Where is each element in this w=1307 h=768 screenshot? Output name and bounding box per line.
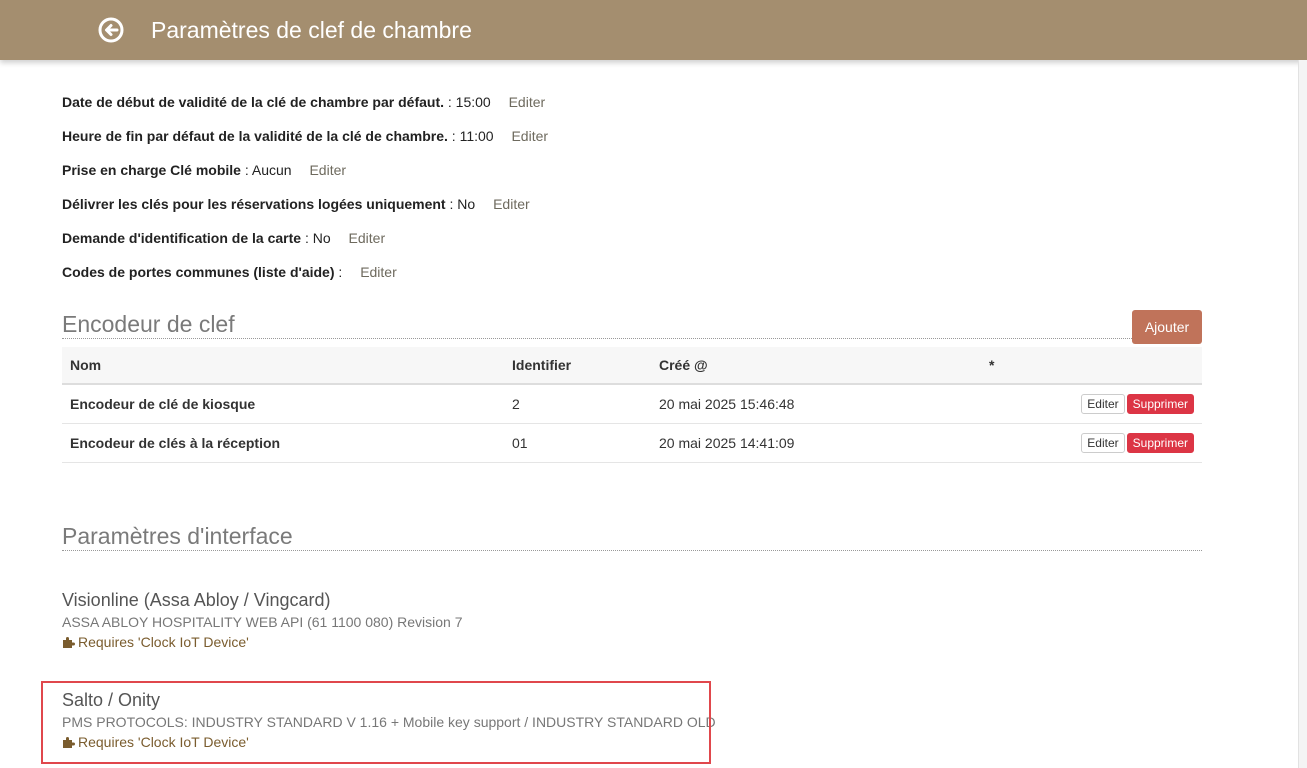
back-arrow-circle-icon[interactable] bbox=[98, 17, 124, 43]
edit-button[interactable]: Editer bbox=[1081, 394, 1125, 414]
interface-requirement[interactable]: Requires 'Clock IoT Device' bbox=[62, 632, 463, 652]
edit-link[interactable]: Editer bbox=[360, 264, 397, 280]
delete-button[interactable]: Supprimer bbox=[1126, 394, 1194, 414]
settings-list: Date de début de validité de la clé de c… bbox=[62, 91, 548, 295]
table-header-row: Nom Identifier Créé @ * bbox=[62, 347, 1202, 385]
setting-row-key-start-time: Date de début de validité de la clé de c… bbox=[62, 91, 548, 125]
highlight-box bbox=[41, 681, 711, 764]
encoders-heading: Encodeur de clef bbox=[62, 310, 1202, 339]
encoder-identifier: 01 bbox=[504, 423, 651, 463]
add-encoder-button[interactable]: Ajouter bbox=[1132, 310, 1202, 344]
setting-label: Prise en charge Clé mobile bbox=[62, 162, 241, 178]
encoder-created: 20 mai 2025 14:41:09 bbox=[651, 423, 981, 463]
column-header-created: Créé @ bbox=[651, 347, 981, 385]
table-row: Encodeur de clé de kiosque 2 20 mai 2025… bbox=[62, 384, 1202, 424]
setting-label: Heure de fin par défaut de la validité d… bbox=[62, 128, 448, 144]
scrollbar[interactable] bbox=[1298, 60, 1307, 768]
interface-description: ASSA ABLOY HOSPITALITY WEB API (61 1100 … bbox=[62, 614, 463, 630]
interface-name: Visionline (Assa Abloy / Vingcard) bbox=[62, 590, 331, 610]
setting-value: : 15:00 bbox=[444, 94, 491, 110]
column-header-actions: * bbox=[981, 347, 1202, 385]
puzzle-piece-icon bbox=[63, 637, 75, 648]
column-header-identifier: Identifier bbox=[504, 347, 651, 385]
requirement-text: Requires 'Clock IoT Device' bbox=[78, 634, 249, 650]
setting-label: Codes de portes communes (liste d'aide) bbox=[62, 264, 335, 280]
encoder-name: Encodeur de clés à la réception bbox=[62, 423, 504, 463]
edit-link[interactable]: Editer bbox=[511, 128, 548, 144]
edit-link[interactable]: Editer bbox=[309, 162, 346, 178]
interfaces-heading: Paramètres d'interface bbox=[62, 522, 1202, 551]
setting-value: : No bbox=[445, 196, 476, 212]
encoder-created: 20 mai 2025 15:46:48 bbox=[651, 384, 981, 424]
edit-link[interactable]: Editer bbox=[509, 94, 546, 110]
setting-row-card-identification: Demande d'identification de la carte : N… bbox=[62, 227, 548, 261]
edit-link[interactable]: Editer bbox=[349, 230, 386, 246]
edit-button[interactable]: Editer bbox=[1081, 433, 1125, 453]
row-actions: Editer Supprimer bbox=[981, 423, 1202, 463]
delete-button[interactable]: Supprimer bbox=[1126, 433, 1194, 453]
setting-row-key-end-time: Heure de fin par défaut de la validité d… bbox=[62, 125, 548, 159]
setting-value: : No bbox=[301, 230, 331, 246]
setting-label: Date de début de validité de la clé de c… bbox=[62, 94, 444, 110]
encoder-identifier: 2 bbox=[504, 384, 651, 424]
row-actions: Editer Supprimer bbox=[981, 384, 1202, 424]
setting-label: Demande d'identification de la carte bbox=[62, 230, 302, 246]
setting-row-checked-in-only: Délivrer les clés pour les réservations … bbox=[62, 193, 548, 227]
encoder-name: Encodeur de clé de kiosque bbox=[62, 384, 504, 424]
edit-link[interactable]: Editer bbox=[493, 196, 530, 212]
table-row: Encodeur de clés à la réception 01 20 ma… bbox=[62, 423, 1202, 463]
encoder-table: Nom Identifier Créé @ * Encodeur de clé … bbox=[62, 347, 1202, 463]
page-title: Paramètres de clef de chambre bbox=[151, 17, 472, 43]
setting-row-common-door-codes: Codes de portes communes (liste d'aide) … bbox=[62, 261, 548, 295]
setting-label: Délivrer les clés pour les réservations … bbox=[62, 196, 446, 212]
page-header: Paramètres de clef de chambre bbox=[0, 0, 1307, 60]
setting-value: : 11:00 bbox=[447, 128, 494, 144]
setting-value: : Aucun bbox=[240, 162, 292, 178]
setting-value: : bbox=[334, 264, 343, 280]
column-header-name: Nom bbox=[62, 347, 504, 385]
setting-row-mobile-key: Prise en charge Clé mobile : Aucun Edite… bbox=[62, 159, 548, 193]
interface-visionline[interactable]: Visionline (Assa Abloy / Vingcard) ASSA … bbox=[62, 589, 463, 652]
